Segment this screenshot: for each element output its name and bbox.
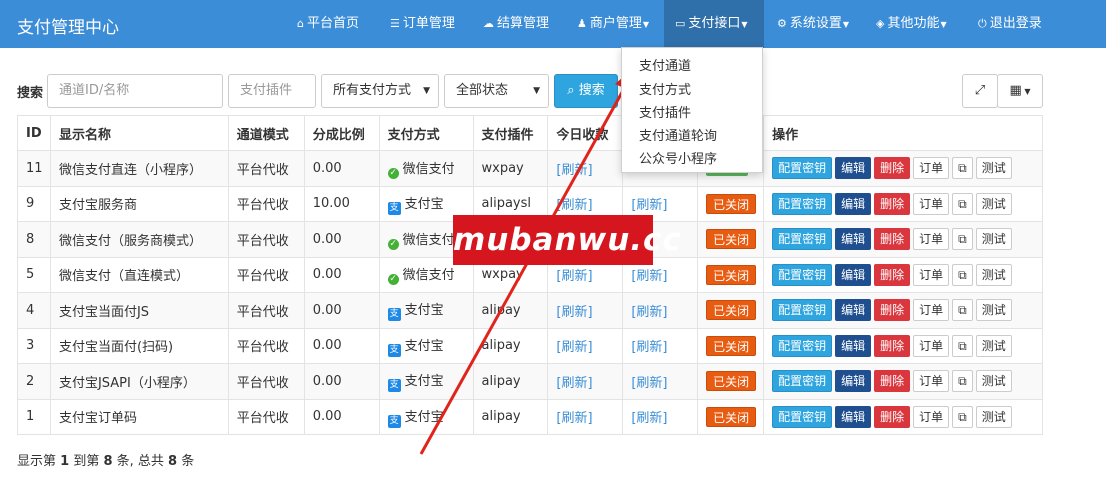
menu-item-official-account-miniprogram[interactable]: 公众号小程序	[639, 148, 717, 167]
payment-interface-dropdown: 支付通道 支付方式 支付插件 支付通道轮询 公众号小程序	[621, 47, 763, 173]
arrow-shaft	[419, 77, 632, 455]
menu-item-payment-channel[interactable]: 支付通道	[639, 55, 691, 74]
menu-item-payment-method[interactable]: 支付方式	[639, 79, 691, 98]
menu-item-payment-plugin[interactable]: 支付插件	[639, 102, 691, 121]
watermark-label: mubanwu.cc	[453, 215, 681, 265]
menu-item-channel-polling[interactable]: 支付通道轮询	[639, 125, 717, 144]
